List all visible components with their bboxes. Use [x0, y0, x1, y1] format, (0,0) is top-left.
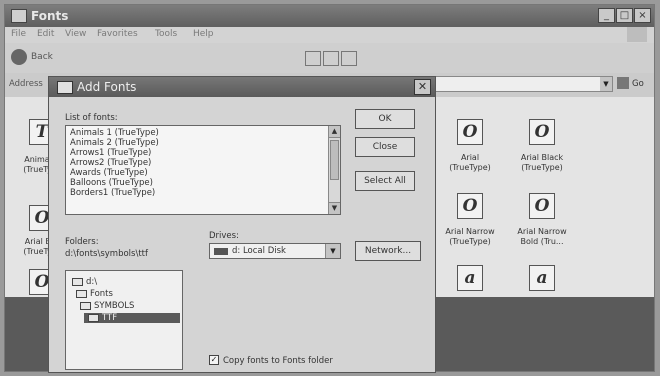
chevron-down-icon[interactable]: ▼ [325, 244, 340, 258]
list-item[interactable]: Awards (TrueType) [70, 168, 148, 178]
folder-tree[interactable]: d:\ Fonts SYMBOLS TTF [65, 270, 183, 370]
view-icon[interactable] [341, 51, 357, 66]
opentype-font-icon[interactable]: O [457, 119, 483, 145]
folder-icon [11, 9, 27, 23]
dialog-title-bar: Add Fonts ✕ [49, 77, 435, 97]
folder-open-icon [88, 313, 99, 322]
list-item[interactable]: Arrows2 (TrueType) [70, 158, 151, 168]
back-arrow-icon[interactable] [11, 49, 27, 65]
menu-help[interactable]: Help [193, 29, 214, 39]
list-item[interactable]: Animals 2 (TrueType) [70, 138, 159, 148]
close-icon[interactable]: ✕ [414, 79, 431, 95]
maximize-button[interactable]: □ [616, 8, 633, 23]
font-label: Arial Narrow Bold (Tru... [517, 227, 567, 246]
address-label: Address [9, 79, 43, 89]
font-label: Arial Narrow (TrueType) [445, 227, 495, 246]
ok-button[interactable]: OK [355, 109, 415, 129]
menu-bar: File Edit View Favorites Tools Help [5, 27, 654, 43]
drives-select[interactable]: d: Local Disk ▼ [209, 243, 341, 259]
font-list-scrollbar[interactable]: ▲ ▼ [328, 126, 340, 214]
select-all-button[interactable]: Select All [355, 171, 415, 191]
font-file-icon[interactable]: a [457, 265, 483, 291]
windows-logo-icon [627, 27, 647, 42]
list-item[interactable]: Borders1 (TrueType) [70, 188, 155, 198]
menu-file[interactable]: File [11, 29, 26, 39]
scroll-thumb[interactable] [330, 140, 339, 180]
menu-view[interactable]: View [65, 29, 86, 39]
close-button[interactable]: × [634, 8, 651, 23]
title-bar: Fonts _ □ × [5, 5, 654, 27]
chevron-down-icon[interactable]: ▼ [600, 77, 612, 91]
address-input[interactable]: ▼ [435, 76, 613, 92]
minimize-button[interactable]: _ [598, 8, 615, 23]
folder-path: d:\fonts\symbols\ttf [65, 249, 148, 259]
add-fonts-dialog: Add Fonts ✕ List of fonts: Animals 1 (Tr… [48, 76, 436, 373]
hard-disk-icon [214, 248, 228, 255]
toolbar: Back [5, 43, 654, 73]
view-icon[interactable] [305, 51, 321, 66]
window-icon [57, 81, 73, 94]
folder-item[interactable]: SYMBOLS [80, 301, 134, 311]
menu-tools[interactable]: Tools [155, 29, 177, 39]
font-list[interactable]: Animals 1 (TrueType) Animals 2 (TrueType… [65, 125, 341, 215]
go-arrow-icon[interactable] [617, 77, 629, 89]
folder-item[interactable]: d:\ [72, 277, 97, 287]
list-of-fonts-label: List of fonts: [65, 113, 118, 123]
drives-label: Drives: [209, 231, 239, 241]
dialog-title: Add Fonts [77, 80, 137, 94]
back-label[interactable]: Back [31, 52, 53, 62]
opentype-font-icon[interactable]: O [457, 193, 483, 219]
window-title: Fonts [31, 9, 69, 23]
view-icon[interactable] [323, 51, 339, 66]
opentype-font-icon[interactable]: O [529, 193, 555, 219]
list-item[interactable]: Arrows1 (TrueType) [70, 148, 151, 158]
folder-open-icon [80, 301, 91, 310]
folder-open-icon [72, 277, 83, 286]
font-label: Arial (TrueType) [449, 153, 491, 172]
folders-label: Folders: [65, 237, 99, 247]
list-item[interactable]: Balloons (TrueType) [70, 178, 153, 188]
menu-edit[interactable]: Edit [37, 29, 54, 39]
network-button[interactable]: Network... [355, 241, 421, 261]
folder-item-selected[interactable]: TTF [84, 313, 180, 323]
font-label: Arial Black (TrueType) [520, 153, 564, 172]
list-item[interactable]: Animals 1 (TrueType) [70, 128, 159, 138]
scroll-up-icon[interactable]: ▲ [329, 126, 340, 138]
menu-favorites[interactable]: Favorites [97, 29, 138, 39]
folder-open-icon [76, 289, 87, 298]
close-button[interactable]: Close [355, 137, 415, 157]
folder-item[interactable]: Fonts [76, 289, 113, 299]
scroll-down-icon[interactable]: ▼ [329, 202, 340, 214]
opentype-font-icon[interactable]: O [529, 119, 555, 145]
font-file-icon[interactable]: a [529, 265, 555, 291]
drives-value: d: Local Disk [232, 246, 286, 256]
go-button[interactable]: Go [632, 79, 644, 89]
copy-fonts-label[interactable]: Copy fonts to Fonts folder [223, 356, 333, 366]
copy-fonts-checkbox[interactable]: ✓ [209, 355, 219, 365]
